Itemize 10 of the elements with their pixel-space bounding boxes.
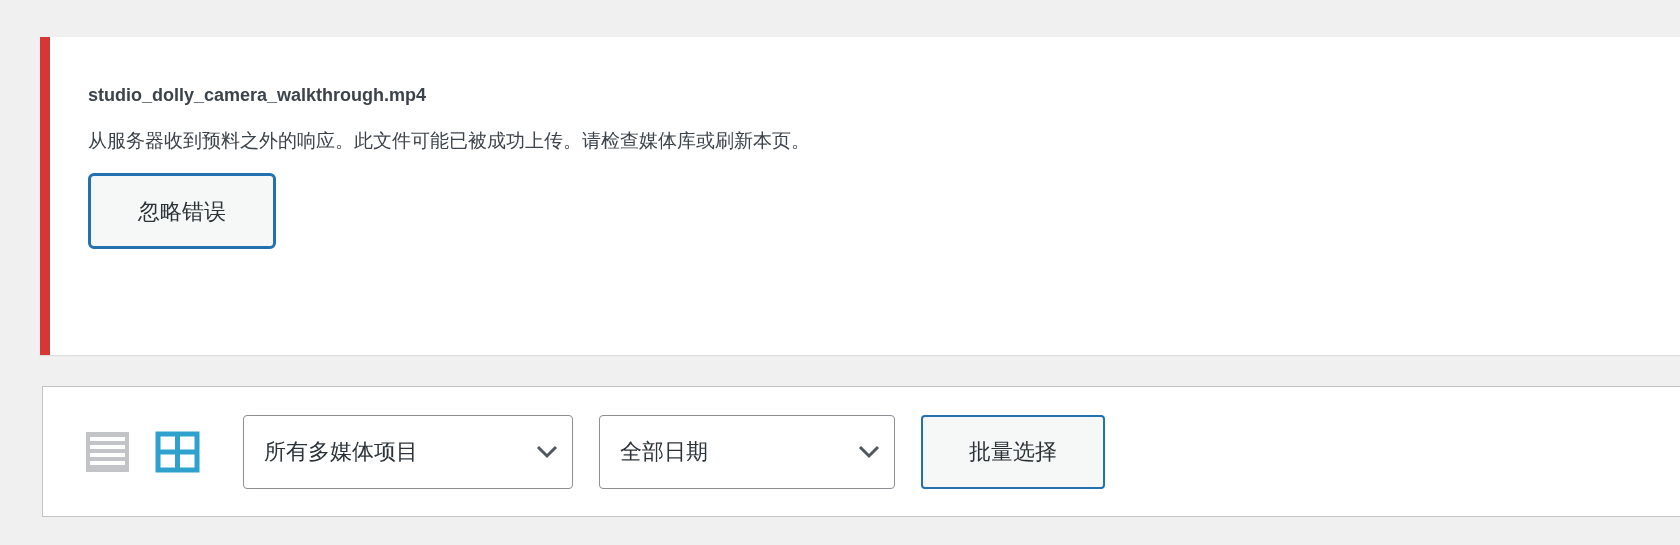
- list-view-icon[interactable]: [85, 430, 130, 473]
- chevron-down-icon: [858, 444, 880, 459]
- bulk-select-button[interactable]: 批量选择: [921, 414, 1105, 489]
- file-name: studio_dolly_camera_walkthrough.mp4: [88, 84, 427, 107]
- dismiss-button[interactable]: 忽略错误: [88, 173, 276, 249]
- filter-dropdown[interactable]: 全部日期: [599, 414, 895, 489]
- chevron-down-icon: [536, 444, 558, 459]
- filter-dropdown[interactable]: 所有多媒体项目: [243, 414, 573, 489]
- grid-view-icon[interactable]: [155, 430, 200, 473]
- error-message: 从服务器收到预料之外的响应。此文件可能已被成功上传。请检查媒体库或刷新本页。: [88, 128, 810, 153]
